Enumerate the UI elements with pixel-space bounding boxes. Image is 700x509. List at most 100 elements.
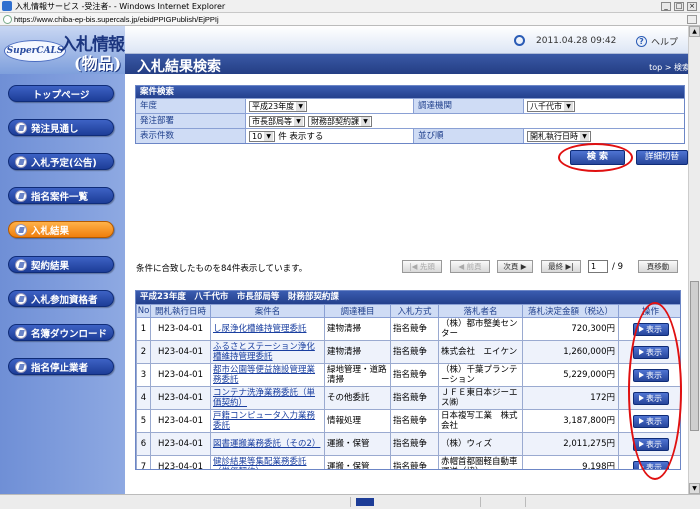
bid-method: 指名競争 [390, 409, 439, 433]
next-page-button[interactable]: 次頁 ▶ [497, 260, 533, 273]
opening-date: H23-04-01 [150, 340, 211, 364]
case-name-link[interactable]: 図書運搬業務委託（その2） [210, 432, 325, 456]
minimize-button[interactable]: _ [661, 1, 671, 11]
case-name-link[interactable]: ふるさとステーション浄化槽維持管理委託 [210, 340, 325, 364]
row-number: 6 [136, 432, 151, 456]
window-title: 入札情報サービス -受注者- - Windows Internet Explor… [15, 1, 226, 11]
annotation-circle-show-buttons [628, 302, 682, 480]
agency-select[interactable]: 八千代市 [527, 100, 575, 112]
first-page-button[interactable]: |◀ 先頭 [402, 260, 442, 273]
sidebar-item-bid-results[interactable]: 入札結果 [8, 221, 114, 238]
results-panel: 平成23年度 八千代市 市長部局等 財務部契約課 No 開札執行日時 案件名 調… [135, 290, 681, 470]
breadcrumb[interactable]: top > 検索 [649, 62, 690, 73]
close-button[interactable]: × [687, 1, 697, 11]
nav-bullet-icon [15, 292, 27, 305]
award-amount: 3,187,800円 [522, 409, 619, 433]
column-header: No [136, 304, 151, 318]
results-table: No 開札執行日時 案件名 調達種目 入札方式 落札者名 落札決定金額（税込） … [136, 304, 680, 469]
bid-method: 指名競争 [390, 317, 439, 341]
nav-bullet-icon [15, 360, 27, 373]
column-header: 調達種目 [324, 304, 391, 318]
status-divider [525, 497, 526, 507]
case-name-link[interactable]: 戸籍コンピュータ入力業務委託 [210, 409, 325, 433]
sidebar-item-label: 指名案件一覧 [31, 191, 89, 203]
vertical-scrollbar[interactable]: ▲ ▼ [688, 26, 700, 494]
sidebar-item-bid-schedule[interactable]: 入札予定(公告) [8, 153, 114, 170]
year-select[interactable]: 平成23年度 [249, 100, 308, 112]
help-icon: ? [636, 36, 647, 47]
row-number: 2 [136, 340, 151, 364]
order-select[interactable]: 開札執行日時 [527, 130, 591, 142]
agency-label: 調達機関 [414, 99, 524, 113]
sidebar-item-suspended-vendors[interactable]: 指名停止業者 [8, 358, 114, 375]
address-dropdown-icon[interactable] [687, 14, 697, 24]
browser-icon [2, 1, 12, 11]
table-row: 6 H23-04-01 図書運搬業務委託（その2） 運搬・保管 指名競争 （株）… [136, 432, 680, 456]
sidebar-item-top-page[interactable]: トップページ [8, 85, 114, 102]
nav-bullet-icon [15, 326, 27, 339]
page-number-input[interactable]: 1 [588, 260, 608, 273]
case-name-link[interactable]: 都市公園等便益施設管理業務委託 [210, 363, 325, 387]
procurement-category: その他委託 [324, 386, 391, 410]
sidebar-item-contract-results[interactable]: 契約結果 [8, 256, 114, 273]
procurement-category: 建物清掃 [324, 317, 391, 341]
sidebar-item-roster-download[interactable]: 名簿ダウンロード [8, 324, 114, 341]
help-link[interactable]: ? ヘルプ [636, 35, 678, 48]
agency-cell: 八千代市 [524, 99, 684, 113]
year-label: 年度 [136, 99, 246, 113]
status-divider [480, 497, 481, 507]
sidebar-item-qualified-bidders[interactable]: 入札参加資格者 [8, 290, 114, 307]
column-header[interactable]: 開札執行日時 [150, 304, 211, 318]
scroll-down-icon[interactable]: ▼ [689, 483, 700, 494]
column-header: 落札者名 [438, 304, 523, 318]
row-number: 7 [136, 455, 151, 469]
table-row: 1 H23-04-01 し尿浄化槽維持管理委託 建物清掃 指名競争 （株）都市整… [136, 317, 680, 341]
bid-method: 指名競争 [390, 432, 439, 456]
detail-toggle-button[interactable]: 詳細切替 [636, 150, 688, 165]
scroll-thumb[interactable] [690, 281, 699, 431]
sidebar-item-order-outlook[interactable]: 発注見通し [8, 119, 114, 136]
dept-select[interactable]: 市長部局等 [249, 115, 305, 127]
winning-bidder: （株）都市整美センター [438, 317, 523, 341]
address-bar: https://www.chiba-ep-bis.supercals.jp/eb… [0, 13, 700, 26]
total-pages: / 9 [612, 262, 623, 272]
annotation-circle-search [558, 143, 633, 172]
last-page-button[interactable]: 最終 ▶| [541, 260, 581, 273]
case-name-link[interactable]: 健診結果等集配業務委託（単価契約） [210, 455, 325, 469]
page-jump-button[interactable]: 頁移動 [638, 260, 678, 273]
sidebar-item-nominated-list[interactable]: 指名案件一覧 [8, 187, 114, 204]
award-amount: 720,300円 [522, 317, 619, 341]
scroll-up-icon[interactable]: ▲ [689, 26, 700, 37]
sidebar-item-label: トップページ [32, 89, 90, 101]
nav-bullet-icon [15, 223, 27, 236]
order-cell: 開札執行日時 [524, 129, 684, 143]
procurement-category: 情報処理 [324, 409, 391, 433]
count-label: 表示件数 [136, 129, 246, 143]
supercals-logo-mark: SuperCALS [4, 40, 66, 62]
prev-page-button[interactable]: ◀ 前頁 [450, 260, 490, 273]
url-field[interactable]: https://www.chiba-ep-bis.supercals.jp/eb… [14, 15, 687, 24]
search-row-dept: 発注部署 市長部局等 財務部契約課 [136, 113, 684, 128]
section-select[interactable]: 財務部契約課 [308, 115, 372, 127]
site-logo[interactable]: SuperCALS 入札情報 (物品) [0, 26, 125, 74]
column-header: 落札決定金額（税込） [522, 304, 619, 318]
window-titlebar: 入札情報サービス -受注者- - Windows Internet Explor… [0, 0, 700, 13]
sidebar-item-label: 発注見通し [31, 123, 79, 135]
sidebar-item-label: 契約結果 [31, 260, 70, 272]
nav-bullet-icon [15, 189, 27, 202]
sidebar-item-label: 入札予定(公告) [31, 157, 97, 169]
row-number: 5 [136, 409, 151, 433]
column-header: 案件名 [210, 304, 325, 318]
maximize-button[interactable]: □ [674, 1, 684, 11]
case-name-link[interactable]: し尿浄化槽維持管理委託 [210, 317, 325, 341]
award-amount: 5,229,000円 [522, 363, 619, 387]
award-amount: 1,260,000円 [522, 340, 619, 364]
nav-bullet-icon [15, 155, 27, 168]
count-select[interactable]: 10 [249, 130, 276, 142]
page-title: 入札結果検索 [137, 59, 221, 75]
order-label: 並び順 [414, 129, 524, 143]
count-suffix: 件 表示する [278, 132, 324, 142]
case-name-link[interactable]: コンテナ洗浄業務委託（単価契約） [210, 386, 325, 410]
title-band: 入札結果検索 top > 検索 [125, 54, 700, 75]
back-icon[interactable] [3, 14, 12, 24]
